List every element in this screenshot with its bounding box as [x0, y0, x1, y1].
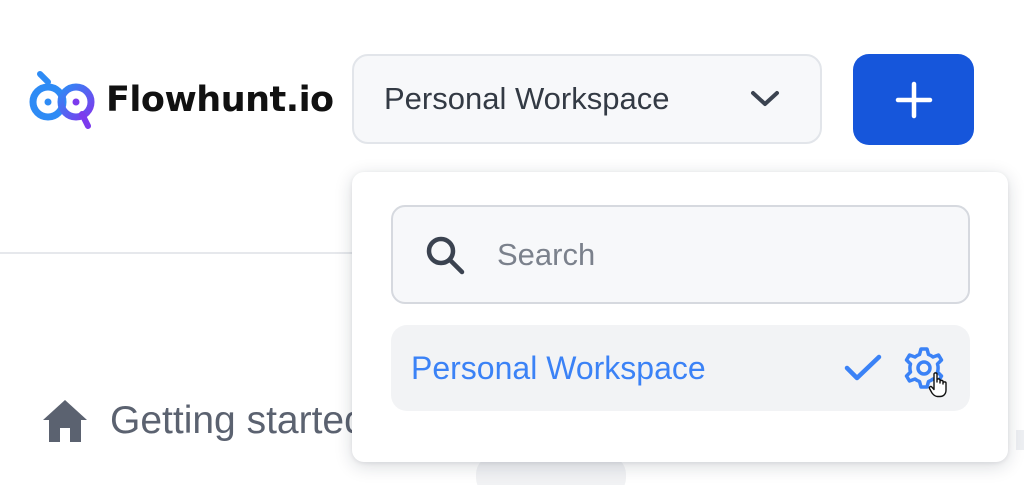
- search-icon: [426, 236, 465, 274]
- flowhunt-logo-icon: [29, 71, 95, 129]
- hand-cursor-icon: [928, 372, 947, 398]
- workspace-settings-button[interactable]: [902, 346, 947, 398]
- sidebar-item-label: Getting started: [110, 399, 366, 442]
- home-icon: [43, 400, 87, 442]
- workspace-option-label: Personal Workspace: [411, 349, 706, 386]
- check-icon: [844, 354, 882, 381]
- app-logo-text: Flowhunt.io: [106, 80, 334, 120]
- workspace-selector[interactable]: Personal Workspace: [352, 54, 822, 144]
- chevron-down-icon: [751, 91, 779, 106]
- background-edge: [1016, 430, 1024, 450]
- workspace-selector-label: Personal Workspace: [384, 81, 670, 116]
- plus-icon: [895, 81, 932, 118]
- search-input[interactable]: [495, 235, 939, 274]
- add-button[interactable]: [853, 54, 974, 145]
- workspace-dropdown: Personal Workspace: [352, 172, 1008, 462]
- sidebar-item-getting-started[interactable]: Getting started: [40, 396, 366, 446]
- search-box[interactable]: [391, 205, 970, 304]
- app-logo[interactable]: Flowhunt.io: [26, 68, 334, 132]
- page: Flowhunt.io Personal Workspace Getting s…: [0, 0, 1024, 485]
- workspace-option-personal[interactable]: Personal Workspace: [391, 325, 970, 411]
- header-divider: [0, 252, 352, 254]
